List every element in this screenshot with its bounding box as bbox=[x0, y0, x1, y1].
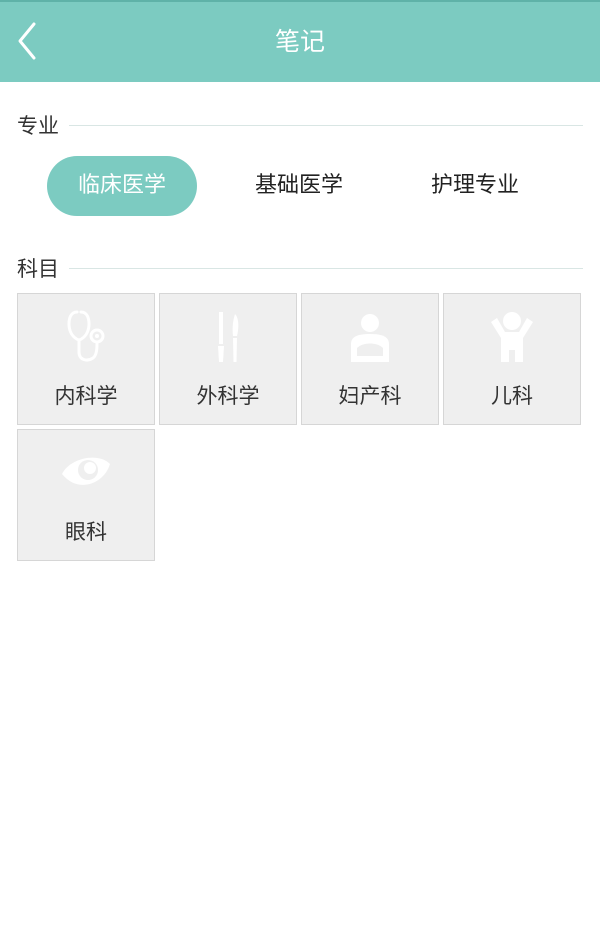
page-title: 笔记 bbox=[274, 27, 325, 56]
major-heading-label: 专业 bbox=[17, 114, 59, 138]
subject-label: 眼科 bbox=[65, 520, 107, 544]
mother-baby-icon bbox=[302, 308, 438, 366]
subject-pediatrics[interactable]: 儿科 bbox=[443, 293, 581, 425]
eye-icon bbox=[18, 444, 154, 502]
header-bar: 笔记 bbox=[0, 0, 600, 82]
subject-surgery[interactable]: 外科学 bbox=[159, 293, 297, 425]
subject-label: 妇产科 bbox=[338, 384, 402, 408]
child-icon bbox=[444, 308, 580, 366]
divider bbox=[69, 267, 583, 269]
subject-label: 外科学 bbox=[196, 384, 260, 408]
subject-label: 儿科 bbox=[491, 384, 533, 408]
tab-clinical-medicine[interactable]: 临床医学 bbox=[47, 156, 197, 216]
subject-section-heading: 科目 bbox=[17, 253, 583, 283]
divider bbox=[69, 124, 583, 126]
major-tabs: 临床医学 基础医学 护理专业 bbox=[0, 156, 600, 218]
subject-heading-label: 科目 bbox=[17, 257, 59, 281]
subject-ophthalmology[interactable]: 眼科 bbox=[17, 429, 155, 561]
subject-internal-medicine[interactable]: 内科学 bbox=[17, 293, 155, 425]
subject-obstetrics-gynecology[interactable]: 妇产科 bbox=[301, 293, 439, 425]
tab-basic-medicine[interactable]: 基础医学 bbox=[224, 156, 374, 216]
notes-screen: 笔记 专业 临床医学 基础医学 护理专业 科目 内科学 外科学 妇产科 儿科 眼… bbox=[0, 0, 600, 943]
tab-nursing[interactable]: 护理专业 bbox=[400, 156, 550, 216]
stethoscope-icon bbox=[18, 308, 154, 366]
major-section-heading: 专业 bbox=[17, 110, 583, 140]
scalpel-icon bbox=[160, 308, 296, 366]
subject-label: 内科学 bbox=[54, 384, 118, 408]
